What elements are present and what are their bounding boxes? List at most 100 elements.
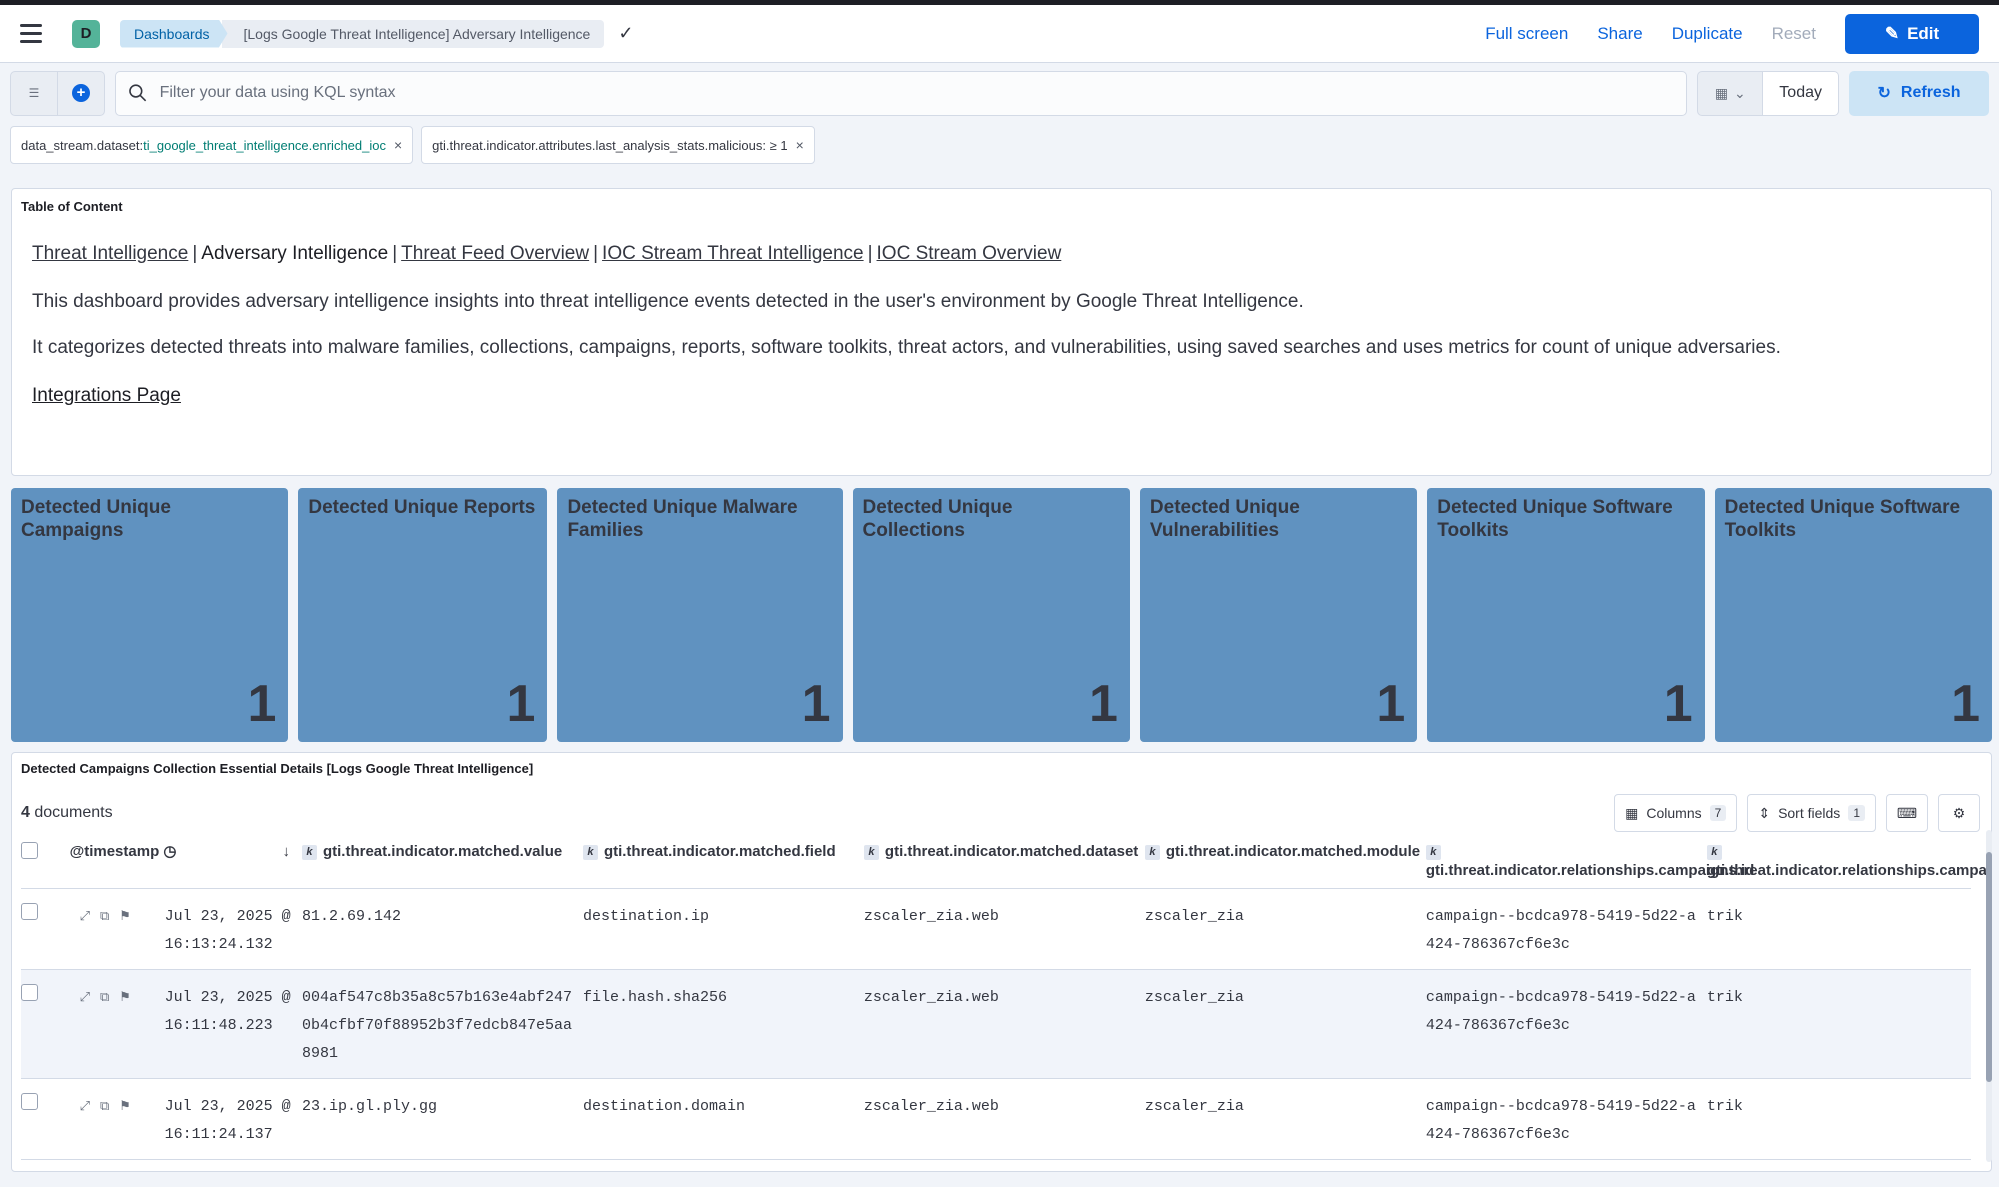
- cell-campaign-name: trik: [1706, 888, 1971, 970]
- checkmark-icon: ✓: [618, 23, 634, 43]
- panel-title: Table of Content: [21, 199, 123, 214]
- edit-label: Edit: [1907, 23, 1940, 43]
- cell-dataset: zscaler_zia.web: [863, 1078, 1145, 1160]
- row-checkbox[interactable]: [21, 1093, 38, 1110]
- description-text: This dashboard provides adversary intell…: [32, 291, 1304, 312]
- flag-icon[interactable]: ⚑: [119, 1093, 131, 1121]
- cell-field: file.hash.sha256: [582, 969, 864, 1079]
- refresh-button[interactable]: ↻ Refresh: [1849, 70, 1989, 116]
- cell-value: 004af547c8b35a8c57b163e4abf2470b4cfbf70f…: [301, 969, 583, 1079]
- copy-icon[interactable]: ⧉: [100, 903, 109, 931]
- metrics-row: Detected Unique Campaigns 1 Detected Uniq…: [11, 488, 1993, 742]
- cell-timestamp: Jul 23, 2025 @ 16:11:24.137: [164, 1078, 302, 1160]
- flag-icon[interactable]: ⚑: [119, 903, 131, 931]
- refresh-icon: ↻: [1877, 85, 1891, 102]
- cell-campaign-name: trik: [1706, 1078, 1971, 1160]
- cell-timestamp: Jul 23, 2025 @ 16:13:24.132: [164, 888, 302, 970]
- kql-search-input[interactable]: [159, 84, 1675, 102]
- filter-pill[interactable]: data_stream.dataset: ti_google_threat_in…: [10, 126, 414, 164]
- row-checkbox[interactable]: [21, 903, 38, 920]
- link-ioc-stream-overview[interactable]: IOC Stream Overview: [877, 243, 1062, 264]
- filter-value: ti_google_threat_intelligence.enriched_i…: [143, 137, 386, 153]
- copy-icon[interactable]: ⧉: [100, 984, 109, 1012]
- header-bar: D Dashboards [Logs Google Threat Intelli…: [0, 5, 1999, 63]
- header-matched-dataset[interactable]: k gti.threat.indicator.matched.dataset: [863, 834, 1145, 889]
- metric-software-toolkits-2: Detected Unique Software Toolkits 1: [1714, 488, 1993, 742]
- metric-value: 1: [1951, 675, 1981, 733]
- expand-icon[interactable]: ⤢: [80, 903, 90, 931]
- cell-campaign-name: trik: [1706, 969, 1971, 1079]
- cell-field: destination.ip: [582, 888, 864, 970]
- toc-links: Threat Intelligence | Adversary Intelligen…: [32, 243, 1062, 264]
- hamburger-menu-icon[interactable]: [20, 19, 50, 49]
- cell-campaign-id: campaign--bcdca978-5419-5d22-a424-786367…: [1425, 888, 1707, 970]
- duplicate-link[interactable]: Duplicate: [1672, 24, 1743, 44]
- metric-title: Detected Unique Malware Families: [567, 497, 798, 541]
- cell-field: destination.domain: [582, 1078, 864, 1160]
- link-threat-intelligence[interactable]: Threat Intelligence: [32, 243, 188, 264]
- header-actions: Full screen Share Duplicate Reset ✎ Edit: [1456, 13, 1979, 54]
- keyword-type-icon: k: [863, 845, 879, 860]
- filter-buttons: ☰ +: [10, 70, 105, 116]
- cell-module: zscaler_zia: [1144, 969, 1426, 1079]
- cell-value: 23.ip.gl.ply.gg: [301, 1078, 583, 1160]
- kql-search-box: [115, 70, 1688, 116]
- expand-icon[interactable]: ⤢: [80, 984, 90, 1012]
- table-toolbar: 4 documents ▦ Columns 7 ⇕ Sort fields 1 ⌨ ⚙: [21, 794, 1982, 832]
- close-icon[interactable]: ×: [394, 137, 402, 153]
- row-checkbox[interactable]: [21, 984, 38, 1001]
- reset-link[interactable]: Reset: [1772, 24, 1816, 44]
- full-screen-link[interactable]: Full screen: [1485, 24, 1568, 44]
- copy-icon[interactable]: ⧉: [100, 1093, 109, 1121]
- add-filter-button[interactable]: +: [58, 72, 104, 115]
- date-range-value[interactable]: Today: [1763, 70, 1839, 116]
- header-matched-value[interactable]: k gti.threat.indicator.matched.value: [301, 834, 583, 889]
- table-row: ⤢ ⧉ ⚑ Jul 23, 2025 @ 16:11:48.223 004af547…: [21, 969, 1971, 1079]
- table-of-content-panel: Table of Content Threat Intelligence | Adv…: [11, 188, 1992, 476]
- space-avatar[interactable]: D: [72, 19, 100, 48]
- cell-dataset: zscaler_zia.web: [863, 969, 1145, 1079]
- header-campaign-name[interactable]: kgti.threat.indicator.relationships.camp…: [1706, 834, 1991, 889]
- link-threat-feed-overview[interactable]: Threat Feed Overview: [401, 243, 589, 264]
- scrollbar-thumb[interactable]: [1986, 852, 1992, 1082]
- metric-value: 1: [1088, 675, 1118, 733]
- header-campaign-id[interactable]: kgti.threat.indicator.relationships.camp…: [1425, 834, 1754, 889]
- keyword-type-icon: k: [301, 845, 317, 860]
- metric-title: Detected Unique Reports: [308, 497, 536, 518]
- header-matched-module[interactable]: k gti.threat.indicator.matched.module: [1144, 834, 1426, 889]
- filter-pill[interactable]: gti.threat.indicator.attributes.last_ana…: [421, 126, 815, 164]
- flag-icon[interactable]: ⚑: [119, 984, 131, 1012]
- select-all-checkbox[interactable]: [21, 842, 38, 859]
- metric-software-toolkits: Detected Unique Software Toolkits 1: [1427, 488, 1705, 742]
- date-picker-button[interactable]: ▦ ⌄: [1697, 70, 1764, 116]
- cell-dataset: zscaler_zia.web: [863, 888, 1145, 970]
- link-ioc-stream-threat-intelligence[interactable]: IOC Stream Threat Intelligence: [602, 243, 864, 264]
- metric-vulnerabilities: Detected Unique Vulnerabilities 1: [1139, 488, 1418, 742]
- columns-button[interactable]: ▦ Columns 7: [1614, 794, 1738, 832]
- panel-title: Detected Campaigns Collection Essential …: [21, 761, 534, 776]
- header-timestamp[interactable]: @timestamp ◷ ↓: [69, 834, 302, 889]
- document-count: 4 documents: [21, 804, 113, 821]
- display-settings-icon[interactable]: ⚙: [1938, 794, 1980, 832]
- metric-value: 1: [506, 675, 536, 733]
- breadcrumb-dashboards[interactable]: Dashboards: [120, 19, 228, 48]
- keyboard-icon[interactable]: ⌨: [1886, 794, 1928, 832]
- metric-malware-families: Detected Unique Malware Families 1: [557, 488, 843, 742]
- calendar-icon: ▦: [1714, 84, 1729, 101]
- filter-menu-icon[interactable]: ☰: [11, 71, 58, 115]
- share-link[interactable]: Share: [1597, 24, 1642, 44]
- query-bar: ☰ + ▦ ⌄ Today ↻ Refresh: [0, 63, 1999, 123]
- sort-down-icon[interactable]: ↓: [282, 842, 290, 861]
- expand-icon[interactable]: ⤢: [80, 1093, 90, 1121]
- metric-collections: Detected Unique Collections 1: [852, 488, 1130, 742]
- cell-value: 81.2.69.142: [301, 888, 583, 970]
- edit-button[interactable]: ✎ Edit: [1845, 13, 1979, 54]
- integrations-page-link[interactable]: Integrations Page: [32, 385, 181, 407]
- keyword-type-icon: k: [582, 845, 598, 860]
- header-matched-field[interactable]: k gti.threat.indicator.matched.field: [582, 834, 864, 889]
- cell-module: zscaler_zia: [1144, 888, 1426, 970]
- metric-reports: Detected Unique Reports 1: [298, 488, 548, 742]
- sort-fields-button[interactable]: ⇕ Sort fields 1: [1747, 794, 1876, 832]
- close-icon[interactable]: ×: [796, 137, 804, 153]
- search-icon: [129, 84, 147, 102]
